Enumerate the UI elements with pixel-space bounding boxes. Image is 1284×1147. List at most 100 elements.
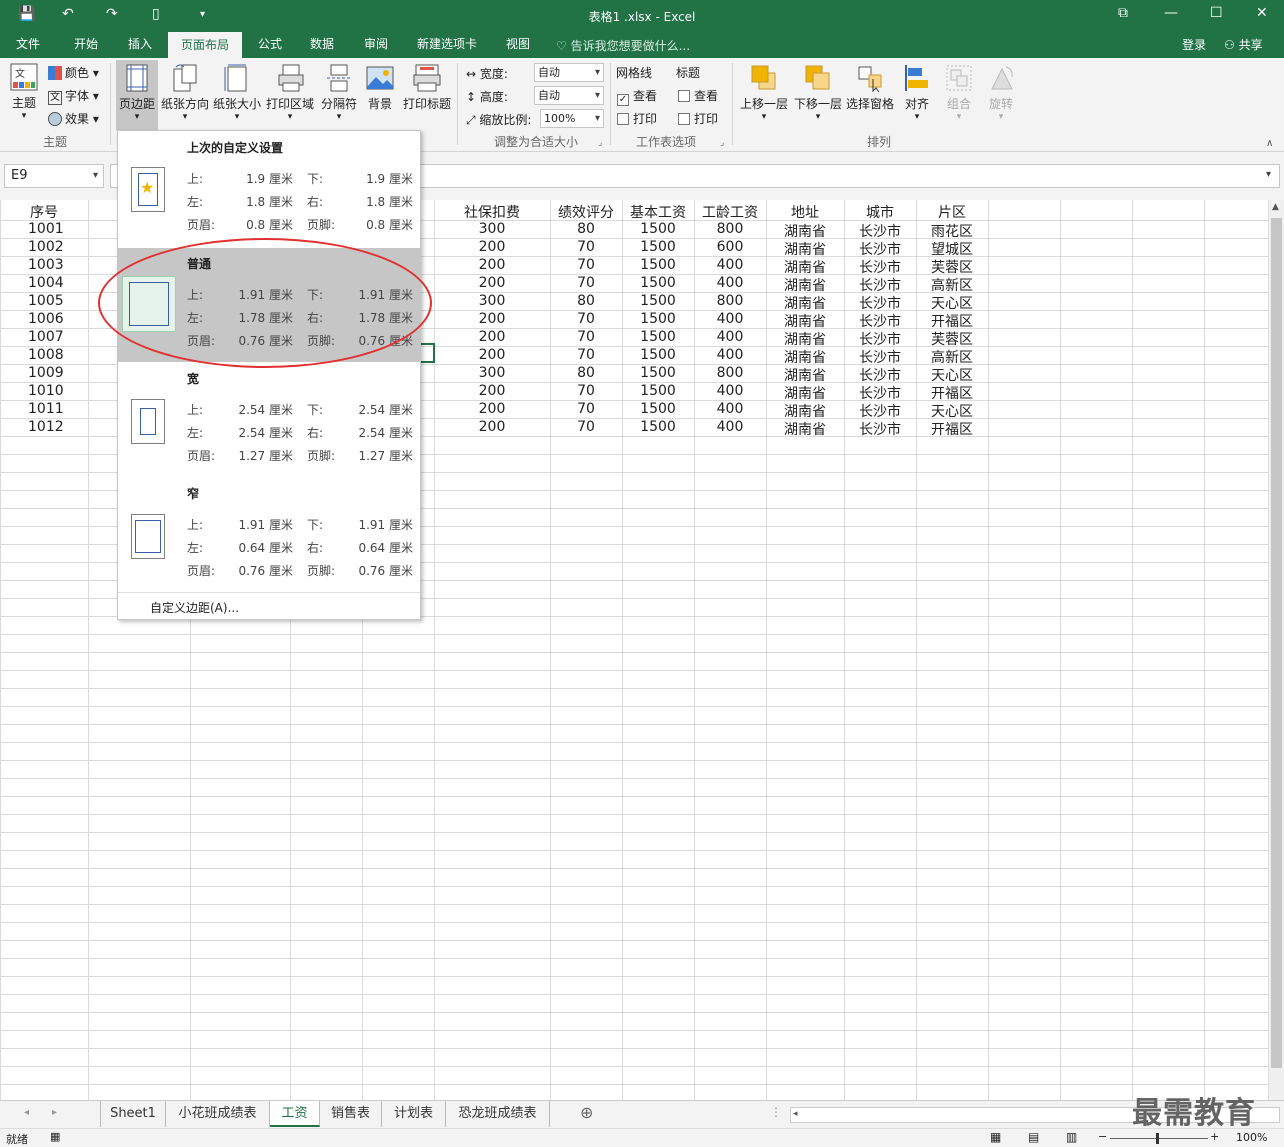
table-cell[interactable]: 800 — [694, 365, 766, 381]
table-cell[interactable]: 开福区 — [916, 311, 988, 331]
table-cell[interactable]: 长沙市 — [844, 293, 916, 313]
table-cell[interactable]: 湖南省 — [766, 401, 844, 421]
height-select[interactable]: 自动 — [534, 86, 604, 105]
tab-home[interactable]: 开始 — [64, 32, 108, 58]
table-cell[interactable]: 1500 — [622, 383, 694, 399]
macro-record-icon[interactable]: ▦ — [50, 1130, 60, 1143]
table-cell[interactable]: 400 — [694, 347, 766, 363]
bring-forward-button[interactable]: 上移一层 ▾ — [738, 63, 790, 122]
sheet-tab-plan[interactable]: 计划表 — [382, 1101, 446, 1127]
collapse-ribbon-icon[interactable]: ∧ — [1266, 138, 1273, 149]
table-cell[interactable]: 200 — [434, 329, 550, 345]
table-cell[interactable]: 70 — [550, 401, 622, 417]
table-cell[interactable]: 高新区 — [916, 275, 988, 295]
table-cell[interactable]: 400 — [694, 257, 766, 273]
tab-data[interactable]: 数据 — [300, 32, 344, 58]
breaks-button[interactable]: 分隔符 ▾ — [318, 63, 360, 122]
table-cell[interactable]: 湖南省 — [766, 221, 844, 241]
table-cell[interactable]: 70 — [550, 257, 622, 273]
table-cell[interactable]: 800 — [694, 221, 766, 237]
table-cell[interactable]: 800 — [694, 293, 766, 309]
id-cell[interactable]: 1008 — [28, 347, 64, 363]
sheet-tab-sales[interactable]: 销售表 — [320, 1101, 382, 1127]
scale-spinner[interactable]: 100% — [540, 109, 604, 128]
table-cell[interactable]: 1500 — [622, 275, 694, 291]
vertical-scrollbar[interactable]: ▲ — [1268, 200, 1284, 1100]
table-cell[interactable]: 400 — [694, 383, 766, 399]
table-cell[interactable]: 1500 — [622, 311, 694, 327]
table-cell[interactable]: 300 — [434, 365, 550, 381]
headings-view-checkbox[interactable]: 查看 — [678, 87, 718, 104]
table-cell[interactable]: 湖南省 — [766, 329, 844, 349]
table-cell[interactable]: 300 — [434, 221, 550, 237]
table-cell[interactable]: 600 — [694, 239, 766, 255]
table-cell[interactable]: 长沙市 — [844, 311, 916, 331]
table-cell[interactable]: 1500 — [622, 419, 694, 435]
zoom-in-icon[interactable]: + — [1210, 1130, 1219, 1143]
tell-me-box[interactable]: ♡ 告诉我您想要做什么... — [556, 37, 690, 54]
table-cell[interactable]: 望城区 — [916, 239, 988, 259]
rotate-button[interactable]: 旋转 ▾ — [982, 63, 1020, 122]
minimize-icon[interactable]: — — [1164, 5, 1178, 21]
table-cell[interactable]: 湖南省 — [766, 347, 844, 367]
table-cell[interactable]: 200 — [434, 311, 550, 327]
table-cell[interactable]: 湖南省 — [766, 257, 844, 277]
table-cell[interactable]: 70 — [550, 311, 622, 327]
table-cell[interactable]: 300 — [434, 293, 550, 309]
align-button[interactable]: 对齐 ▾ — [898, 63, 936, 122]
name-box[interactable]: E9 — [4, 164, 104, 188]
header-cell[interactable]: 基本工资 — [622, 202, 694, 222]
expand-formula-bar-icon[interactable]: ▾ — [1266, 169, 1271, 180]
id-cell[interactable]: 1005 — [28, 293, 64, 309]
table-cell[interactable]: 80 — [550, 221, 622, 237]
close-icon[interactable]: ✕ — [1256, 5, 1268, 21]
table-cell[interactable]: 200 — [434, 347, 550, 363]
table-cell[interactable]: 湖南省 — [766, 311, 844, 331]
themes-button[interactable]: 文 主题 ▾ — [6, 62, 42, 128]
table-cell[interactable]: 开福区 — [916, 383, 988, 403]
header-cell[interactable]: 城市 — [844, 202, 916, 222]
table-cell[interactable]: 高新区 — [916, 347, 988, 367]
table-cell[interactable]: 天心区 — [916, 365, 988, 385]
selection-pane-button[interactable]: 选择窗格 — [844, 63, 896, 112]
send-backward-button[interactable]: 下移一层 ▾ — [792, 63, 844, 122]
prev-sheet-icon[interactable]: ◂ — [24, 1107, 29, 1118]
table-cell[interactable]: 200 — [434, 401, 550, 417]
header-cell[interactable]: 地址 — [766, 202, 844, 222]
id-cell[interactable]: 1006 — [28, 311, 64, 327]
table-cell[interactable]: 1500 — [622, 365, 694, 381]
page-layout-view-icon[interactable]: ▤ — [1028, 1130, 1039, 1144]
table-cell[interactable]: 200 — [434, 257, 550, 273]
table-cell[interactable]: 400 — [694, 419, 766, 435]
header-cell[interactable]: 片区 — [916, 202, 988, 222]
id-cell[interactable]: 1012 — [28, 419, 64, 435]
next-sheet-icon[interactable]: ▸ — [52, 1107, 57, 1118]
theme-effects-button[interactable]: 效果 ▾ — [48, 110, 99, 127]
table-cell[interactable]: 80 — [550, 365, 622, 381]
table-cell[interactable]: 70 — [550, 329, 622, 345]
table-cell[interactable]: 湖南省 — [766, 365, 844, 385]
paper-size-button[interactable]: 纸张大小 ▾ — [212, 63, 262, 122]
margin-option-narrow[interactable]: 窄上: 1.91 厘米 下: 1.91 厘米 左: 0.64 厘米 右: 0.64 厘米 页眉:… — [118, 478, 420, 592]
id-cell[interactable]: 1011 — [28, 401, 64, 417]
table-cell[interactable]: 80 — [550, 293, 622, 309]
background-button[interactable]: 背景 — [362, 63, 398, 112]
page-break-view-icon[interactable]: ▥ — [1066, 1130, 1077, 1144]
table-cell[interactable]: 湖南省 — [766, 293, 844, 313]
margins-button[interactable]: 页边距 ▾ — [116, 60, 158, 130]
tab-file[interactable]: 文件 — [6, 32, 50, 58]
id-cell[interactable]: 1003 — [28, 257, 64, 273]
table-cell[interactable]: 400 — [694, 401, 766, 417]
scroll-thumb[interactable] — [1271, 218, 1282, 1068]
margin-option-last-custom[interactable]: 上次的自定义设置 上: 1.9 厘米 下: 1.9 厘米 左: 1.8 厘米 右: 1.8 厘米… — [118, 131, 420, 245]
width-select[interactable]: 自动 — [534, 63, 604, 82]
margin-option-wide[interactable]: 宽上: 2.54 厘米 下: 2.54 厘米 左: 2.54 厘米 右: 2.54 厘米 页眉:… — [118, 363, 420, 477]
tab-view[interactable]: 视图 — [496, 32, 540, 58]
table-cell[interactable]: 70 — [550, 383, 622, 399]
header-cell-id[interactable]: 序号 — [0, 202, 88, 222]
header-cell[interactable]: 绩效评分 — [550, 202, 622, 222]
table-cell[interactable]: 200 — [434, 239, 550, 255]
headings-print-checkbox[interactable]: 打印 — [678, 110, 718, 127]
id-cell[interactable]: 1001 — [28, 221, 64, 237]
table-cell[interactable]: 长沙市 — [844, 275, 916, 295]
